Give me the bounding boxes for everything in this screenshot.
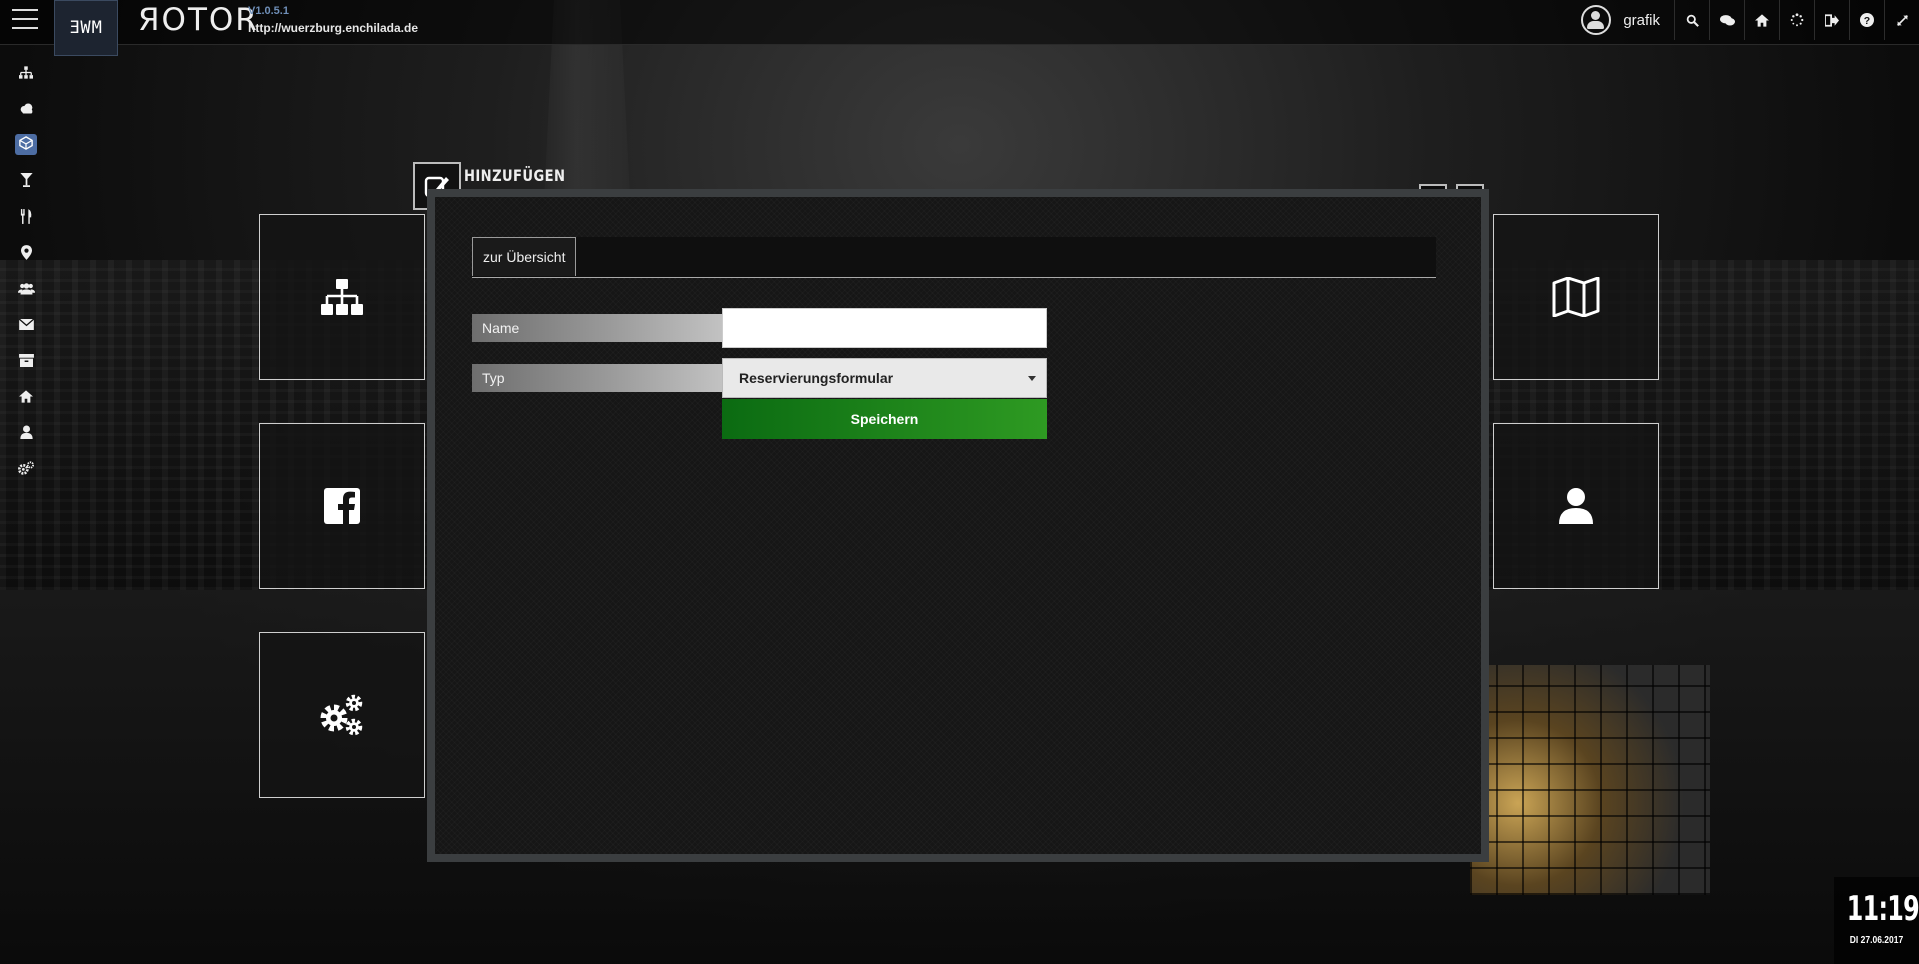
tab-overview[interactable]: zur Übersicht <box>472 237 577 276</box>
background-cube <box>1470 665 1710 895</box>
chat-icon[interactable] <box>1709 0 1744 40</box>
tile-settings[interactable] <box>259 632 425 798</box>
type-select-value: Reservierungsformular <box>739 370 894 386</box>
sidebar-map-marker-icon[interactable] <box>0 234 52 270</box>
sidebar-cocktail-icon[interactable] <box>0 162 52 198</box>
map-icon <box>1552 277 1600 317</box>
clock-date: DI 27.06.2017 <box>1849 935 1904 946</box>
sitemap-icon <box>321 279 363 315</box>
modal-title: HINZUFÜGEN <box>464 166 566 185</box>
caret-down-icon <box>1028 376 1036 381</box>
type-select[interactable]: Reservierungsformular <box>722 358 1047 398</box>
left-sidebar <box>0 54 52 486</box>
tile-sitemap[interactable] <box>259 214 425 380</box>
spinner-icon[interactable] <box>1779 0 1814 40</box>
sidebar-home-icon[interactable] <box>0 378 52 414</box>
sidebar-archive-icon[interactable] <box>0 342 52 378</box>
sidebar-cutlery-icon[interactable] <box>0 198 52 234</box>
modal-tab-bar: zur Übersicht <box>472 237 1436 278</box>
site-url: http://wuerzburg.enchilada.de <box>248 21 419 35</box>
username[interactable]: grafik <box>1623 12 1660 29</box>
hamburger-menu-icon[interactable] <box>12 9 38 29</box>
home-icon[interactable] <box>1744 0 1779 40</box>
top-right-toolbar: grafik ? <box>1581 0 1919 40</box>
sidebar-sitemap-icon[interactable] <box>0 54 52 90</box>
sidebar-envelope-icon[interactable] <box>0 306 52 342</box>
brand-logo[interactable]: ƎWM <box>54 0 118 56</box>
user-icon <box>1559 488 1593 524</box>
tile-user[interactable] <box>1493 423 1659 589</box>
sidebar-cloud-icon[interactable] <box>0 90 52 126</box>
tile-facebook[interactable] <box>259 423 425 589</box>
app-name: ЯOTOR <box>138 2 259 38</box>
search-icon[interactable] <box>1674 0 1709 40</box>
save-button[interactable]: Speichern <box>722 399 1047 439</box>
svg-text:?: ? <box>1864 15 1870 27</box>
name-input[interactable] <box>722 308 1047 348</box>
name-label: Name <box>472 314 722 342</box>
sidebar-cogs-icon[interactable] <box>0 450 52 486</box>
add-dialog: zur Übersicht Name Typ Reservierungsform… <box>427 189 1489 862</box>
sidebar-user-icon[interactable] <box>0 414 52 450</box>
top-bar: ƎWM ЯOTOR V1.0.5.1 http://wuerzburg.ench… <box>0 0 1919 56</box>
tile-map[interactable] <box>1493 214 1659 380</box>
logout-icon[interactable] <box>1814 0 1849 40</box>
cube-icon <box>15 133 37 155</box>
type-label: Typ <box>472 364 722 392</box>
sidebar-cube-icon[interactable] <box>0 126 52 162</box>
app-version: V1.0.5.1 <box>248 5 289 17</box>
clock-time: 11:19 <box>1846 889 1919 929</box>
clock-widget: 11:19 DI 27.06.2017 <box>1834 877 1919 964</box>
help-icon[interactable]: ? <box>1849 0 1884 40</box>
user-avatar-icon[interactable] <box>1581 5 1612 35</box>
expand-icon[interactable] <box>1884 0 1919 40</box>
sidebar-users-icon[interactable] <box>0 270 52 306</box>
facebook-icon <box>324 488 360 524</box>
cogs-icon <box>320 694 363 736</box>
